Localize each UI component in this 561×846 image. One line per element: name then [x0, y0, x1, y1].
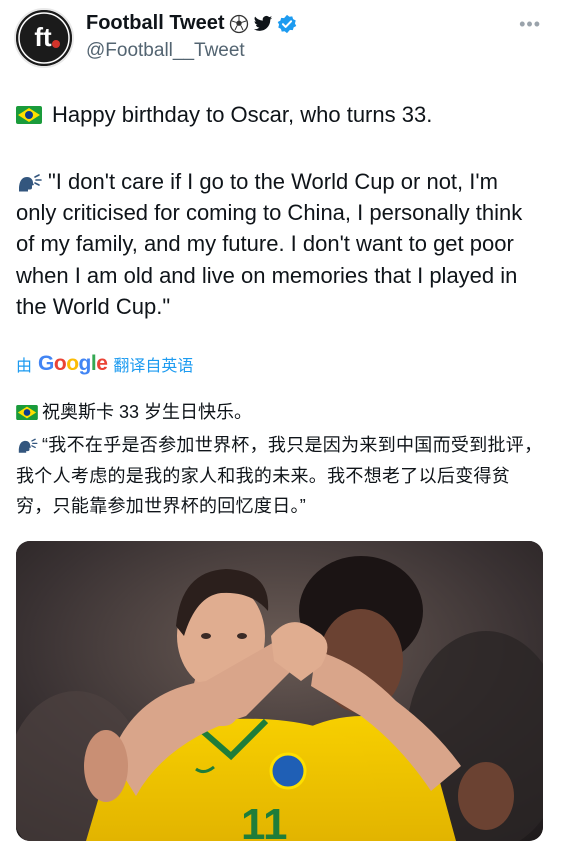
tweet-header: ft Football Tweet @Football__Tweet •••: [14, 8, 547, 70]
tweet-birthday-text: Happy birthday to Oscar, who turns 33.: [52, 102, 433, 127]
translated-by-label: 由: [16, 358, 33, 375]
brazil-flag-icon: [16, 106, 42, 124]
football-player-photo: 10 11: [16, 541, 543, 841]
brazil-flag-icon: [16, 405, 38, 420]
avatar-text: ft: [34, 22, 52, 52]
speaking-head-icon: [18, 438, 38, 453]
verified-badge-icon: [277, 14, 296, 33]
twitter-bird-icon: [253, 15, 272, 31]
tweet-text-line1: Happy birthday to Oscar, who turns 33.: [16, 102, 432, 128]
google-logo: Google: [38, 352, 108, 375]
translation-attribution[interactable]: 由 Google 翻译自英语: [16, 352, 193, 376]
avatar[interactable]: ft: [14, 8, 74, 68]
translated-quote-text: “我不在乎是否参加世界杯，我只是因为来到中国而受到批评，我个人考虑的是我的家人和…: [16, 435, 543, 516]
account-handle[interactable]: @Football__Tweet: [86, 40, 245, 62]
translated-birthday-text: 祝奥斯卡 33 岁生日快乐。: [42, 402, 253, 422]
avatar-logo-icon: ft: [16, 10, 72, 66]
more-options-button[interactable]: •••: [519, 14, 541, 35]
soccer-ball-icon: [229, 14, 248, 33]
translated-quote: “我不在乎是否参加世界杯，我只是因为来到中国而受到批评，我个人考虑的是我的家人和…: [16, 430, 546, 522]
display-name[interactable]: Football Tweet: [86, 12, 225, 35]
tweet-photo[interactable]: 10 11: [16, 541, 543, 841]
translated-from-label: 翻译自英语: [113, 358, 194, 375]
translated-line1: 祝奥斯卡 33 岁生日快乐。: [16, 398, 252, 424]
speaking-head-icon: [19, 174, 42, 192]
tweet-quote-text: "I don't care if I go to the World Cup o…: [16, 169, 523, 319]
tweet-quote: "I don't care if I go to the World Cup o…: [16, 166, 541, 322]
jersey-number-left: 11: [241, 800, 288, 841]
